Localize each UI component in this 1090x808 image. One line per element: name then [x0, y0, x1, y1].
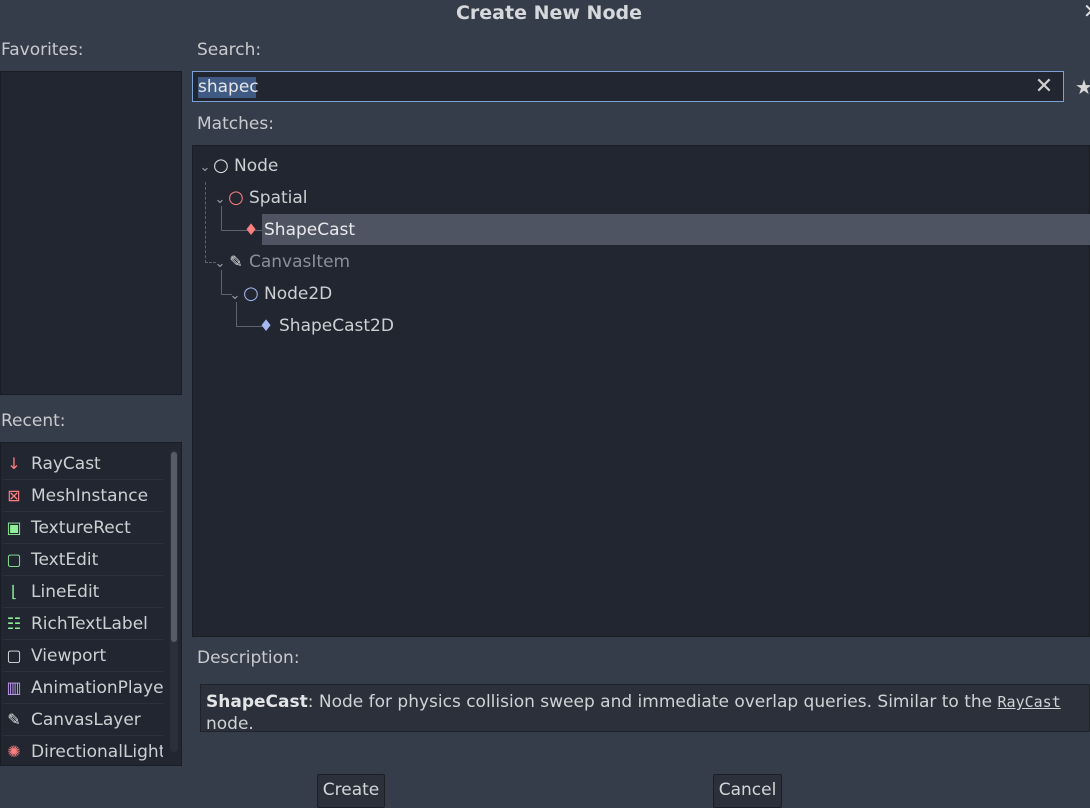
recent-item-texturerect[interactable]: ▣ TextureRect: [3, 512, 163, 544]
tree-item-label: Node2D: [264, 284, 333, 304]
selected-row-highlight: [262, 214, 1090, 245]
recent-item-richtextlabel[interactable]: ☷ RichTextLabel: [3, 608, 163, 640]
recent-item-viewport[interactable]: ▢ Viewport: [3, 640, 163, 672]
description-text: : Node for physics collision sweep and i…: [307, 692, 998, 712]
chevron-down-icon[interactable]: ⌄: [213, 184, 227, 216]
recent-item-directionallight[interactable]: ✺ DirectionalLight: [3, 736, 163, 767]
tree-item-node[interactable]: ⌄ ○ Node: [198, 150, 279, 184]
tree-item-node2d[interactable]: ⌄ ○ Node2D: [228, 278, 333, 312]
tree-item-label: Node: [234, 156, 279, 176]
tree-item-label: Spatial: [249, 188, 308, 208]
tree-item-label: ShapeCast2D: [279, 316, 394, 336]
search-label: Search:: [197, 40, 262, 60]
favorites-list[interactable]: [0, 71, 182, 395]
spatial-circle-icon: ○: [228, 187, 244, 208]
clear-search-icon[interactable]: ✕: [1033, 75, 1055, 99]
favorite-star-icon[interactable]: ★: [1075, 77, 1090, 97]
search-input[interactable]: [198, 75, 1018, 99]
chevron-down-icon[interactable]: ⌄: [213, 248, 227, 280]
recent-item-label: TextureRect: [31, 518, 131, 538]
tree-item-spatial[interactable]: ⌄ ○ Spatial: [213, 182, 308, 214]
node2d-circle-icon: ○: [243, 283, 259, 304]
recent-item-label: AnimationPlaye: [31, 678, 163, 698]
matches-label: Matches:: [197, 114, 274, 134]
recent-item-textedit[interactable]: ▢ TextEdit: [3, 544, 163, 576]
chevron-down-icon[interactable]: ⌄: [198, 152, 212, 184]
rich-text-label-icon: ☷: [6, 614, 22, 633]
recent-item-label: Viewport: [31, 646, 107, 666]
recent-item-label: RichTextLabel: [31, 614, 148, 634]
chevron-down-icon[interactable]: ⌄: [228, 280, 242, 312]
recent-item-label: TextEdit: [31, 550, 99, 570]
texture-rect-icon: ▣: [6, 518, 22, 537]
canvas-layer-icon: ✎: [7, 710, 21, 729]
recent-item-label: LineEdit: [31, 582, 100, 602]
recent-item-label: MeshInstance: [31, 486, 149, 506]
tree-item-canvasitem[interactable]: ⌄ ✎ CanvasItem: [213, 246, 351, 280]
description-node-name: ShapeCast: [206, 692, 308, 712]
search-box[interactable]: ✕: [192, 71, 1064, 102]
viewport-icon: ▢: [6, 646, 22, 665]
recent-list[interactable]: ↓ RayCast ⊠ MeshInstance ▣ TextureRect ▢ Tex…: [0, 442, 182, 766]
line-edit-icon: ⌊: [10, 582, 18, 601]
tree-item-label: ShapeCast: [264, 220, 356, 240]
recent-item-canvaslayer[interactable]: ✎ CanvasLayer: [3, 704, 163, 736]
description-label: Description:: [197, 648, 300, 668]
shapecast-icon: ♦: [243, 220, 259, 239]
recent-scrollbar-thumb[interactable]: [171, 452, 177, 642]
recent-label: Recent:: [1, 411, 66, 431]
recent-item-lineedit[interactable]: ⌊ LineEdit: [3, 576, 163, 608]
description-suffix: node.: [206, 714, 254, 734]
description-link-raycast[interactable]: RayCast: [998, 693, 1061, 711]
recent-item-label: CanvasLayer: [31, 710, 141, 730]
tree-item-label: CanvasItem: [249, 252, 351, 272]
raycast-arrow-icon: ↓: [7, 454, 21, 473]
recent-item-label: RayCast: [31, 454, 101, 474]
animation-player-icon: ▥: [6, 678, 22, 697]
favorites-label: Favorites:: [1, 40, 84, 60]
text-edit-icon: ▢: [6, 550, 22, 569]
recent-item-meshinstance[interactable]: ⊠ MeshInstance: [3, 480, 163, 512]
recent-item-raycast[interactable]: ↓ RayCast: [3, 448, 163, 480]
brush-icon: ✎: [229, 252, 243, 271]
node-circle-icon: ○: [213, 155, 229, 176]
directional-light-icon: ✺: [7, 742, 21, 761]
dialog-title: Create New Node: [455, 2, 642, 24]
recent-item-animationplayer[interactable]: ▥ AnimationPlaye: [3, 672, 163, 704]
tree-item-shapecast2d[interactable]: ♦ ShapeCast2D: [257, 310, 394, 342]
recent-item-label: DirectionalLight: [31, 742, 163, 762]
close-icon[interactable]: ✕: [1083, 0, 1090, 22]
mesh-instance-icon: ⊠: [7, 486, 21, 505]
description-box: ShapeCast: Node for physics collision sw…: [200, 684, 1090, 734]
shapecast2d-icon: ♦: [258, 316, 274, 335]
tree-item-shapecast[interactable]: ♦ ShapeCast: [242, 214, 355, 246]
